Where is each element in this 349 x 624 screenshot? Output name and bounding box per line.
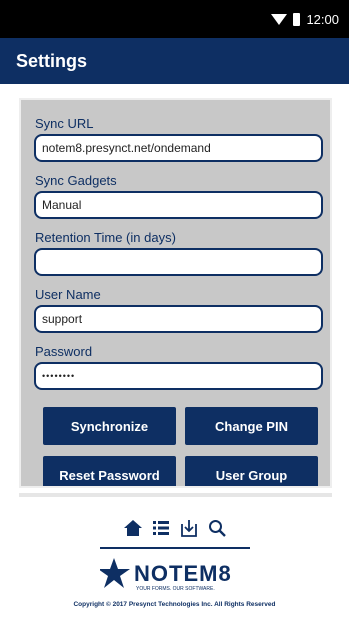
- user-name-field[interactable]: support: [34, 305, 323, 333]
- user-group-button[interactable]: User Group: [185, 456, 318, 486]
- home-icon[interactable]: [122, 517, 144, 539]
- sync-gadgets-label: Sync Gadgets: [35, 173, 117, 188]
- retention-time-label: Retention Time (in days): [35, 230, 176, 245]
- change-pin-button[interactable]: Change PIN: [185, 407, 318, 445]
- copyright-text: Copyright © 2017 Presynct Technologies I…: [73, 601, 276, 608]
- reset-password-button[interactable]: Reset Password: [43, 456, 176, 486]
- page-title: Settings: [16, 50, 88, 71]
- list-icon[interactable]: [150, 517, 172, 539]
- notem8-logo: NOTEM8 YOUR FORMS. OUR SOFTWARE.: [98, 554, 260, 594]
- logo-tagline: YOUR FORMS. OUR SOFTWARE.: [136, 586, 215, 592]
- synchronize-button[interactable]: Synchronize: [43, 407, 176, 445]
- user-name-label: User Name: [35, 287, 101, 302]
- app-bar: Settings: [0, 38, 349, 84]
- battery-icon: [293, 12, 301, 26]
- footer-divider: [100, 547, 250, 549]
- panel-shadow: [19, 493, 332, 497]
- logo-wordmark: NOTEM8: [134, 561, 232, 586]
- search-icon[interactable]: [206, 517, 228, 539]
- retention-time-field[interactable]: [34, 248, 323, 276]
- sync-url-label: Sync URL: [35, 116, 94, 131]
- footer-nav: [0, 514, 349, 542]
- sync-gadgets-field[interactable]: Manual: [34, 191, 323, 219]
- settings-content: Sync URL notem8.presynct.net/ondemand Sy…: [0, 84, 349, 494]
- password-field[interactable]: ••••••••: [34, 362, 323, 390]
- wifi-icon: [271, 13, 288, 25]
- sync-url-field[interactable]: notem8.presynct.net/ondemand: [34, 134, 323, 162]
- password-label: Password: [35, 344, 93, 359]
- status-bar: 12:00: [0, 0, 349, 38]
- status-time: 12:00: [306, 11, 339, 27]
- download-icon[interactable]: [178, 517, 200, 539]
- settings-panel: Sync URL notem8.presynct.net/ondemand Sy…: [19, 98, 332, 488]
